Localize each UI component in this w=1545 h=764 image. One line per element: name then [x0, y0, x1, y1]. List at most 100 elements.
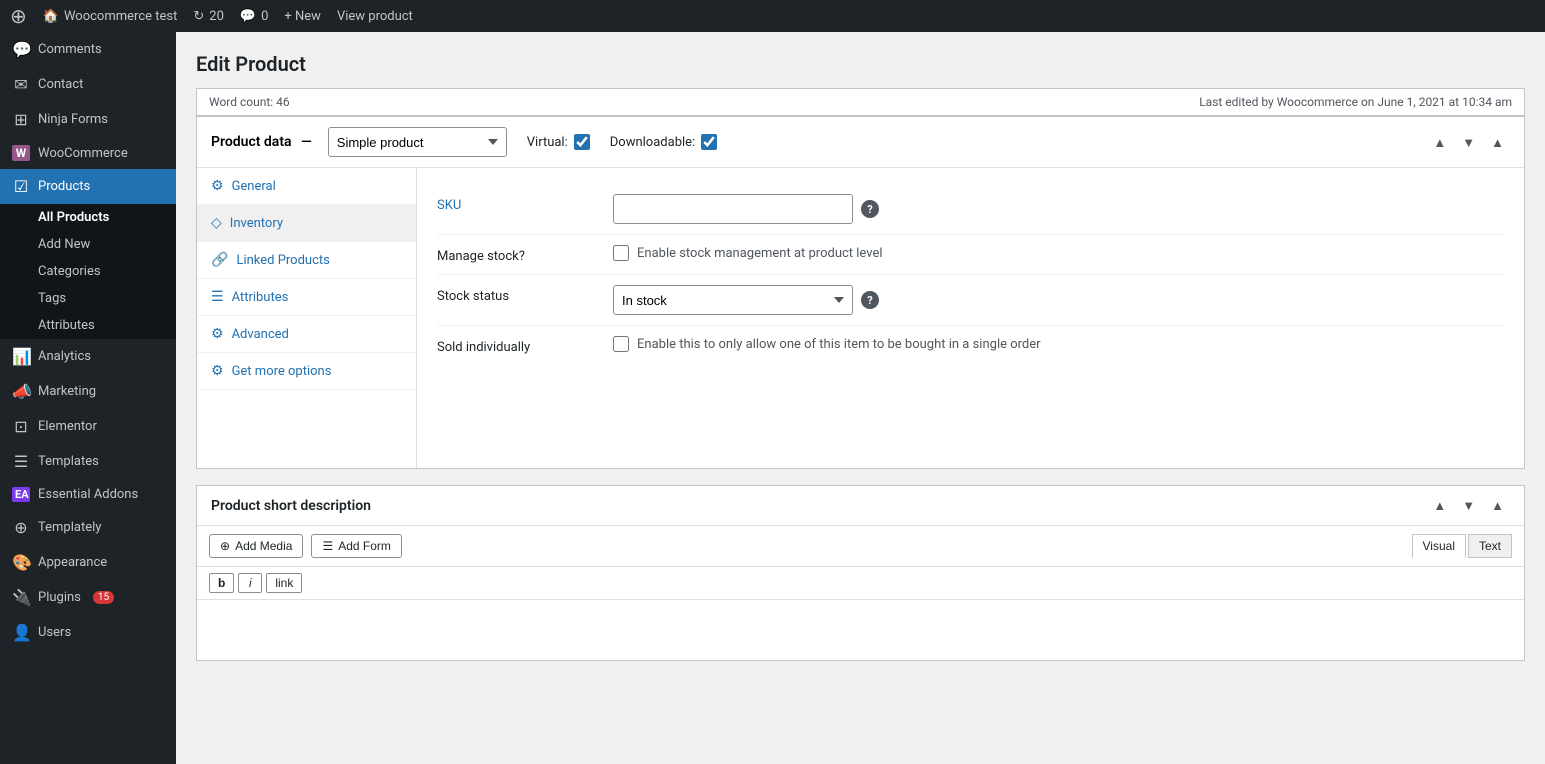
- sidebar-item-users[interactable]: 👤 Users: [0, 615, 176, 650]
- tab-linked-products[interactable]: 🔗 Linked Products: [197, 242, 416, 279]
- sidebar-item-tags[interactable]: Tags: [0, 285, 176, 312]
- sidebar-item-contact[interactable]: ✉ Contact: [0, 67, 176, 102]
- sidebar-item-essential-addons[interactable]: EA Essential Addons: [0, 479, 176, 510]
- sku-label: SKU: [437, 194, 597, 213]
- plugins-badge: 15: [93, 591, 114, 604]
- sidebar-item-marketing[interactable]: 📣 Marketing: [0, 374, 176, 409]
- link-button[interactable]: link: [266, 573, 302, 593]
- get-more-options-icon: ⚙: [211, 363, 224, 379]
- templately-icon: ⊕: [12, 518, 30, 537]
- word-count-bar: Word count: 46 Last edited by Woocommerc…: [196, 88, 1525, 116]
- add-media-icon: ⊕: [220, 539, 230, 553]
- short-description-header: Product short description ▲ ▼ ▲: [197, 486, 1524, 526]
- visual-view-button[interactable]: Visual: [1412, 534, 1466, 558]
- sidebar-item-all-products[interactable]: All Products: [0, 204, 176, 231]
- product-data-section: Product data — Simple product Grouped pr…: [196, 116, 1525, 469]
- short-desc-collapse-down-btn[interactable]: ▼: [1456, 496, 1481, 515]
- add-form-button[interactable]: ☰ Add Form: [311, 534, 401, 558]
- wp-logo[interactable]: ⊕: [10, 4, 27, 28]
- sidebar-item-comments[interactable]: 💬 Comments: [0, 32, 176, 67]
- sidebar-item-attributes[interactable]: Attributes: [0, 312, 176, 339]
- product-tabs: ⚙ General ◇ Inventory 🔗 Linked Products …: [197, 168, 417, 468]
- updates-item[interactable]: ↻ 20: [193, 9, 224, 24]
- sold-individually-control-group: Enable this to only allow one of this it…: [613, 336, 1504, 352]
- sidebar-item-woocommerce[interactable]: W WooCommerce: [0, 137, 176, 169]
- ninja-forms-icon: ⊞: [12, 110, 30, 129]
- elementor-icon: ⊡: [12, 417, 30, 436]
- short-description-controls: ▲ ▼ ▲: [1427, 496, 1510, 515]
- product-type-select[interactable]: Simple product Grouped product External/…: [328, 127, 507, 157]
- toolbar-right: Visual Text: [1412, 534, 1512, 558]
- manage-stock-row: Manage stock? Enable stock management at…: [437, 235, 1504, 275]
- essential-addons-icon: EA: [12, 487, 30, 502]
- sold-individually-description: Enable this to only allow one of this it…: [637, 337, 1041, 352]
- appearance-icon: 🎨: [12, 553, 30, 572]
- stock-status-help-icon: ?: [861, 291, 879, 309]
- main-content: Edit Product Word count: 46 Last edited …: [176, 32, 1545, 764]
- sidebar-item-analytics[interactable]: 📊 Analytics: [0, 339, 176, 374]
- general-tab-icon: ⚙: [211, 178, 224, 194]
- sidebar-item-elementor[interactable]: ⊡ Elementor: [0, 409, 176, 444]
- sold-individually-checkbox[interactable]: [613, 336, 629, 352]
- downloadable-label: Downloadable:: [610, 135, 695, 150]
- manage-stock-description: Enable stock management at product level: [637, 246, 883, 261]
- text-view-button[interactable]: Text: [1468, 534, 1512, 558]
- short-description-toolbar: ⊕ Add Media ☰ Add Form Visual Text: [197, 526, 1524, 567]
- virtual-checkbox[interactable]: [574, 134, 590, 150]
- format-toolbar: b i link: [197, 567, 1524, 600]
- sku-row: SKU ?: [437, 184, 1504, 235]
- tab-get-more-options[interactable]: ⚙ Get more options: [197, 353, 416, 390]
- virtual-row: Virtual:: [527, 134, 590, 150]
- short-description-title: Product short description: [211, 498, 371, 514]
- inventory-tab-content: SKU ? Manage stock? Enable stock managem…: [417, 168, 1524, 468]
- collapse-down-btn[interactable]: ▼: [1456, 133, 1481, 152]
- products-submenu: All Products Add New Categories Tags Att…: [0, 204, 176, 339]
- inventory-tab-icon: ◇: [211, 215, 222, 231]
- sidebar-item-templates[interactable]: ☰ Templates: [0, 444, 176, 479]
- templates-icon: ☰: [12, 452, 30, 471]
- word-count: Word count: 46: [209, 95, 290, 109]
- bold-button[interactable]: b: [209, 573, 234, 593]
- comments-item[interactable]: 💬 0: [240, 9, 269, 24]
- sku-control-group: ?: [613, 194, 1504, 224]
- short-desc-collapse-up-btn[interactable]: ▲: [1427, 496, 1452, 515]
- toggle-btn[interactable]: ▲: [1485, 133, 1510, 152]
- sidebar: 💬 Comments ✉ Contact ⊞ Ninja Forms W Woo…: [0, 32, 176, 764]
- stock-status-label: Stock status: [437, 285, 597, 304]
- tab-inventory[interactable]: ◇ Inventory: [197, 205, 416, 242]
- sidebar-item-add-new[interactable]: Add New: [0, 231, 176, 258]
- tab-attributes[interactable]: ☰ Attributes: [197, 279, 416, 316]
- advanced-tab-icon: ⚙: [211, 326, 224, 342]
- users-icon: 👤: [12, 623, 30, 642]
- sidebar-item-ninja-forms[interactable]: ⊞ Ninja Forms: [0, 102, 176, 137]
- italic-button[interactable]: i: [238, 573, 262, 593]
- sku-input[interactable]: [613, 194, 853, 224]
- woocommerce-icon: W: [12, 145, 30, 161]
- sidebar-item-plugins[interactable]: 🔌 Plugins 15: [0, 580, 176, 615]
- product-data-label: Product data —: [211, 134, 318, 150]
- view-product-link[interactable]: View product: [337, 9, 413, 24]
- sidebar-item-appearance[interactable]: 🎨 Appearance: [0, 545, 176, 580]
- downloadable-checkbox[interactable]: [701, 134, 717, 150]
- stock-status-select[interactable]: In stock Out of stock On backorder: [613, 285, 853, 315]
- tab-general[interactable]: ⚙ General: [197, 168, 416, 205]
- new-item[interactable]: + New: [284, 9, 321, 24]
- updates-icon: ↻: [193, 9, 204, 24]
- site-name[interactable]: 🏠 Woocommerce test: [43, 9, 178, 24]
- sidebar-item-products[interactable]: ☑ Products: [0, 169, 176, 204]
- manage-stock-label: Manage stock?: [437, 245, 597, 264]
- product-data-header: Product data — Simple product Grouped pr…: [197, 117, 1524, 168]
- virtual-label: Virtual:: [527, 135, 568, 150]
- short-desc-toggle-btn[interactable]: ▲: [1485, 496, 1510, 515]
- short-description-section: Product short description ▲ ▼ ▲ ⊕ Add Me…: [196, 485, 1525, 661]
- sold-individually-label: Sold individually: [437, 336, 597, 355]
- collapse-up-btn[interactable]: ▲: [1427, 133, 1452, 152]
- sidebar-item-categories[interactable]: Categories: [0, 258, 176, 285]
- add-media-button[interactable]: ⊕ Add Media: [209, 534, 303, 558]
- sold-individually-row: Sold individually Enable this to only al…: [437, 326, 1504, 365]
- product-data-controls: ▲ ▼ ▲: [1427, 133, 1510, 152]
- manage-stock-checkbox[interactable]: [613, 245, 629, 261]
- sidebar-item-templately[interactable]: ⊕ Templately: [0, 510, 176, 545]
- tab-advanced[interactable]: ⚙ Advanced: [197, 316, 416, 353]
- editor-area[interactable]: [197, 600, 1524, 660]
